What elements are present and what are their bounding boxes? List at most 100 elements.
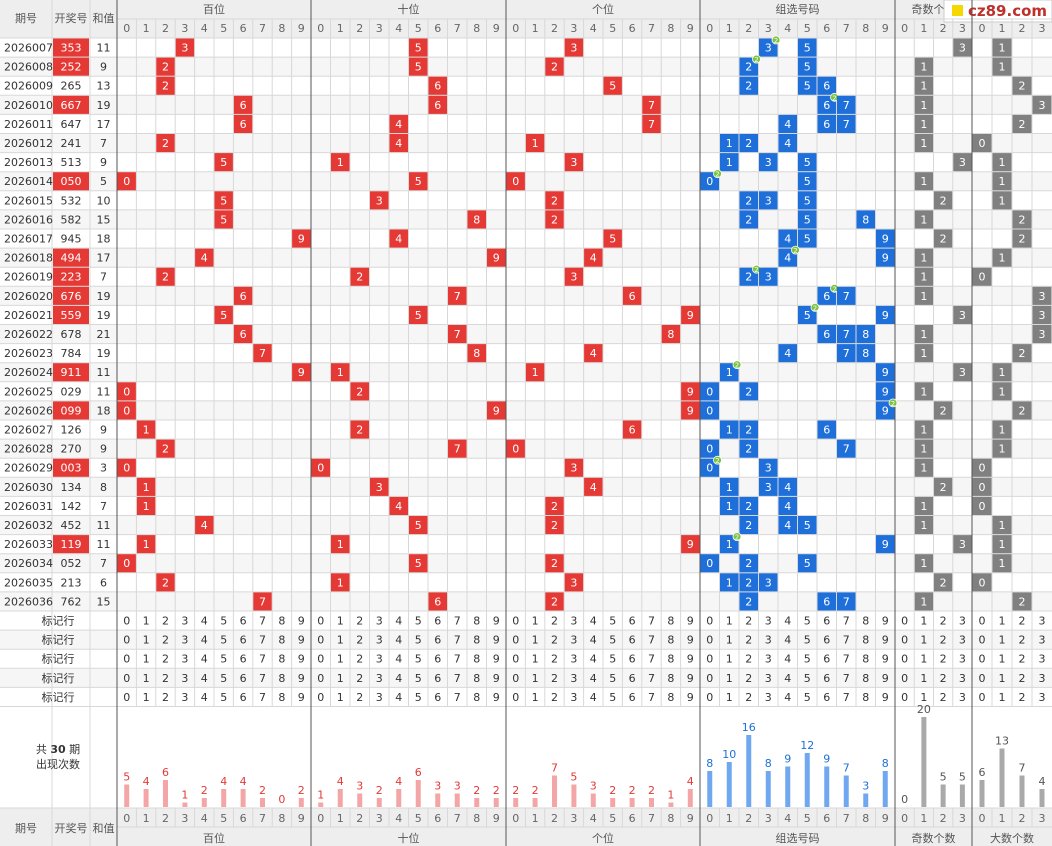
marker-digit: 6 [434, 672, 441, 685]
bar-5-0 [979, 780, 985, 807]
sum-value: 19 [97, 309, 111, 322]
issue-number: 2026035 [4, 576, 53, 589]
footer-digit: 6 [629, 812, 636, 825]
marker-digit: 8 [862, 615, 869, 628]
sum-value: 18 [97, 233, 111, 246]
marker-digit: 2 [940, 653, 947, 666]
odd-count-label: 1 [920, 424, 927, 437]
lottery-number: 762 [61, 595, 82, 608]
marker-digit: 2 [940, 615, 947, 628]
marker-digit: 3 [181, 615, 188, 628]
group-ball-label: 7 [843, 328, 850, 341]
group-ball-label: 5 [804, 80, 811, 93]
sum-value: 9 [100, 443, 107, 456]
sum-value: 15 [97, 595, 111, 608]
bar-1-8 [474, 798, 480, 807]
sum-value: 7 [100, 271, 107, 284]
group-ball-label: 7 [843, 290, 850, 303]
marker-digit: 1 [726, 634, 733, 647]
footer-group-0: 百位 [203, 831, 225, 845]
marker-digit: 9 [882, 634, 889, 647]
sum-value: 19 [97, 347, 111, 360]
group-ball-label: 5 [804, 194, 811, 207]
sum-value: 19 [97, 290, 111, 303]
position-ball-label: 5 [609, 233, 616, 246]
lottery-number: 003 [61, 462, 82, 475]
sum-value: 11 [97, 538, 111, 551]
lottery-number: 223 [61, 271, 82, 284]
group-ball-label: 5 [804, 156, 811, 169]
bar-4-3 [959, 784, 965, 807]
odd-count-label: 2 [940, 404, 947, 417]
sum-value: 11 [97, 385, 111, 398]
header-digit: 0 [512, 22, 519, 35]
marker-digit: 1 [143, 691, 150, 704]
big-count-label: 3 [1039, 290, 1046, 303]
header-digit: 1 [726, 22, 733, 35]
marker-digit: 1 [726, 653, 733, 666]
position-ball-label: 8 [473, 213, 480, 226]
marker-digit: 9 [493, 691, 500, 704]
position-ball-label: 3 [570, 42, 577, 55]
footer-group-3: 组选号码 [776, 831, 820, 845]
duplicate-badge-count: 2 [832, 94, 836, 102]
position-ball-label: 7 [259, 347, 266, 360]
marker-digit: 5 [220, 653, 227, 666]
group-ball-label: 4 [784, 233, 791, 246]
sum-value: 8 [100, 481, 107, 494]
marker-digit: 0 [901, 653, 908, 666]
marker-digit: 7 [843, 615, 850, 628]
marker-digit: 1 [337, 653, 344, 666]
marker-digit: 1 [999, 615, 1006, 628]
group-ball-label: 2 [745, 137, 752, 150]
sum-value: 18 [97, 404, 111, 417]
footer-digit: 2 [1019, 812, 1026, 825]
odd-count-label: 1 [920, 252, 927, 265]
lottery-number: 142 [61, 500, 82, 513]
header-digit: 4 [395, 22, 402, 35]
big-count-label: 2 [1019, 80, 1026, 93]
header-group-3: 组选号码 [776, 2, 820, 16]
marker-digit: 3 [181, 691, 188, 704]
position-ball-label: 4 [395, 500, 402, 513]
marker-digit: 5 [804, 653, 811, 666]
bar-label: 2 [201, 784, 208, 797]
position-ball-label: 3 [570, 271, 577, 284]
group-ball-label: 9 [882, 385, 889, 398]
bar-0-7 [260, 798, 265, 807]
duplicate-badge-count: 2 [715, 457, 719, 465]
bar-0-1 [143, 789, 149, 807]
marker-digit: 5 [804, 691, 811, 704]
footer-digit: 0 [979, 812, 986, 825]
marker-digit: 2 [162, 634, 169, 647]
marker-digit: 5 [804, 672, 811, 685]
bar-label: 4 [143, 775, 150, 788]
bar-label: 8 [765, 757, 772, 770]
bar-0-6 [240, 789, 246, 807]
bar-label: 8 [882, 757, 889, 770]
marker-digit: 0 [123, 691, 130, 704]
bar-label: 5 [940, 771, 947, 784]
group-ball-label: 5 [804, 557, 811, 570]
marker-digit: 1 [920, 653, 927, 666]
group-ball-label: 5 [804, 309, 811, 322]
header-digit: 0 [706, 22, 713, 35]
header-digit: 9 [493, 22, 500, 35]
bar-label: 2 [609, 784, 616, 797]
marker-digit: 0 [123, 634, 130, 647]
marker-digit: 5 [415, 615, 422, 628]
marker-digit: 7 [843, 634, 850, 647]
marker-row-label: 标记行 [42, 652, 75, 666]
group-ball-label: 2 [745, 500, 752, 513]
big-count-label: 1 [999, 366, 1006, 379]
marker-digit: 0 [512, 691, 519, 704]
marker-digit: 8 [862, 653, 869, 666]
group-ball-label: 3 [765, 271, 772, 284]
header-digit: 3 [765, 22, 772, 35]
issue-number: 2026008 [4, 61, 53, 74]
bar-label: 3 [590, 780, 597, 793]
lottery-number: 678 [61, 328, 82, 341]
lottery-number: 647 [61, 118, 82, 131]
bar-label: 2 [493, 784, 500, 797]
marker-digit: 3 [959, 653, 966, 666]
